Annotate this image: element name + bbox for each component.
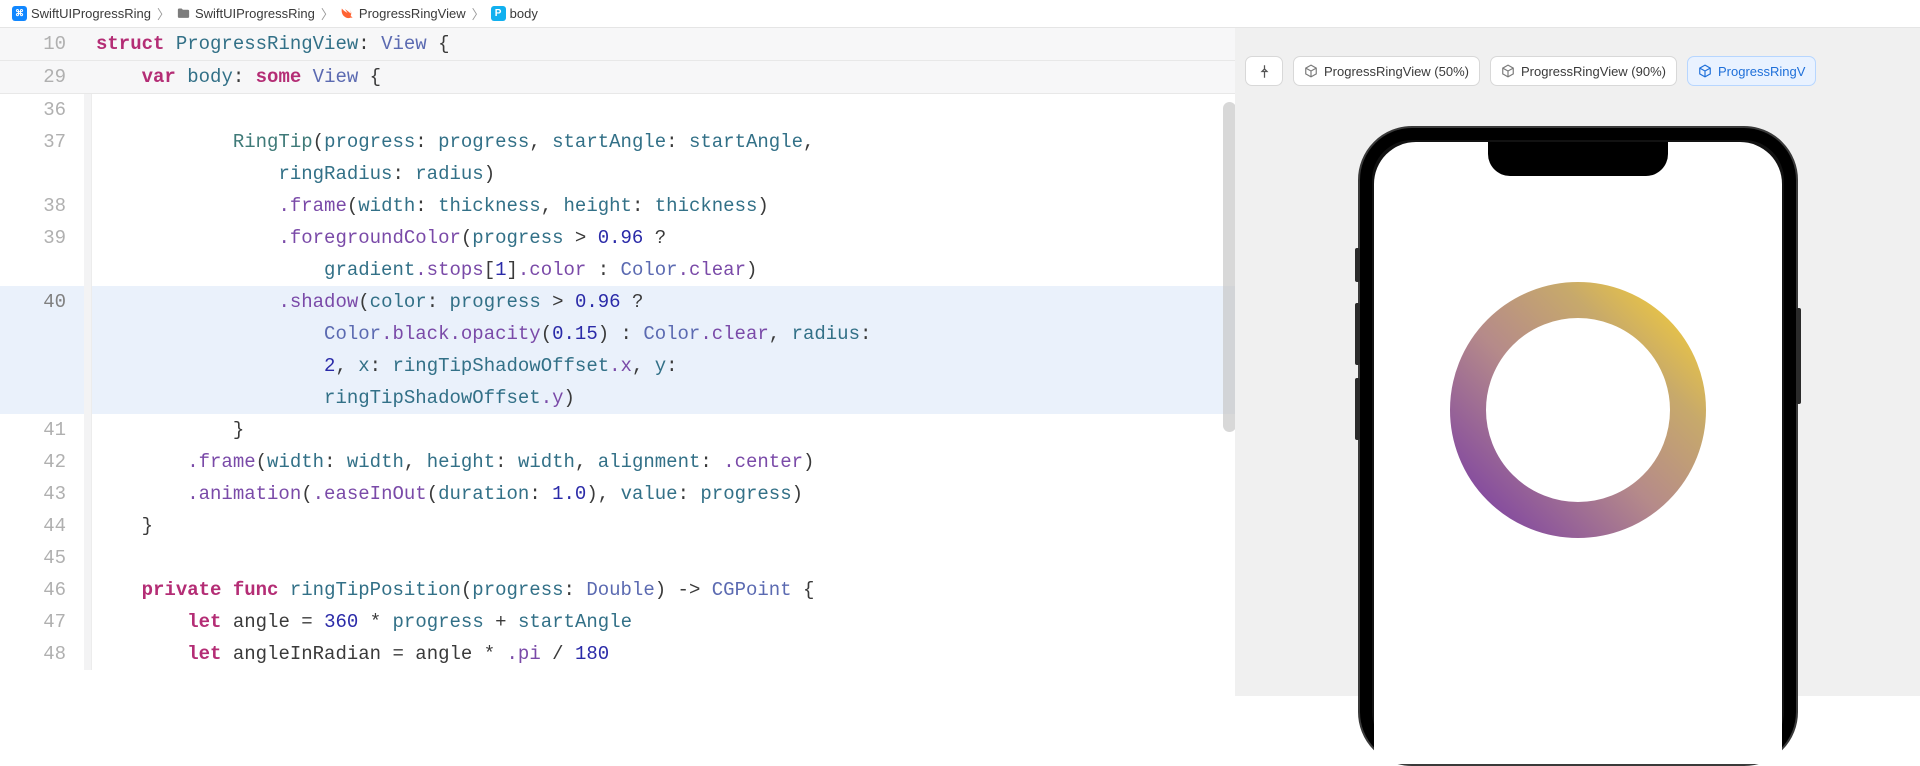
preview-chip[interactable]: ProgressRingView (50%) [1293, 56, 1480, 86]
chip-label: ProgressRingV [1718, 64, 1805, 79]
line-number: 46 [0, 574, 84, 606]
line-number: 29 [0, 61, 84, 93]
crumb-label: SwiftUIProgressRing [195, 6, 315, 21]
line-number [0, 254, 84, 286]
fold-ribbon[interactable] [84, 222, 92, 254]
crumb-file[interactable]: ProgressRingView [336, 6, 470, 21]
line-number: 44 [0, 510, 84, 542]
fold-ribbon[interactable] [84, 286, 92, 318]
swift-icon [340, 6, 355, 21]
crumb-project[interactable]: ⌘ SwiftUIProgressRing [8, 6, 155, 21]
pin-icon [1257, 64, 1272, 79]
fold-ribbon[interactable] [84, 158, 92, 190]
chevron-right-icon: 〉 [470, 4, 487, 23]
device-frame [1358, 126, 1798, 766]
fold-ribbon[interactable] [84, 574, 92, 606]
code-line: } [92, 414, 244, 446]
chevron-right-icon: 〉 [319, 4, 336, 23]
fold-ribbon[interactable] [84, 254, 92, 286]
code-line: .foregroundColor(progress > 0.96 ? [92, 222, 666, 254]
crumb-label: SwiftUIProgressRing [31, 6, 151, 21]
device-side-button [1355, 378, 1360, 440]
device-screen [1374, 142, 1782, 764]
line-number: 48 [0, 638, 84, 670]
property-icon: P [491, 6, 506, 21]
cube-icon [1698, 64, 1712, 78]
code-editor[interactable]: 10struct ProgressRingView: View { 29 var… [0, 28, 1235, 696]
line-number: 43 [0, 478, 84, 510]
canvas-toolbar: ProgressRingView (50%) ProgressRingView … [1235, 56, 1920, 86]
code-line: struct ProgressRingView: View { [92, 28, 450, 60]
fold-ribbon[interactable] [84, 28, 92, 60]
line-number: 47 [0, 606, 84, 638]
code-line: ringRadius: radius) [92, 158, 495, 190]
code-line: .shadow(color: progress > 0.96 ? [92, 286, 643, 318]
line-number [0, 158, 84, 190]
fold-ribbon[interactable] [84, 542, 92, 574]
fold-ribbon[interactable] [84, 94, 92, 126]
line-number [0, 382, 84, 414]
line-number: 45 [0, 542, 84, 574]
code-line: } [92, 510, 153, 542]
crumb-label: ProgressRingView [359, 6, 466, 21]
line-number [0, 350, 84, 382]
crumb-folder[interactable]: SwiftUIProgressRing [172, 6, 319, 21]
chip-label: ProgressRingView (90%) [1521, 64, 1666, 79]
device-side-button [1355, 248, 1360, 282]
preview-canvas: ProgressRingView (50%) ProgressRingView … [1235, 28, 1920, 696]
fold-ribbon[interactable] [84, 350, 92, 382]
code-line: .frame(width: thickness, height: thickne… [92, 190, 769, 222]
scrollbar-thumb[interactable] [1223, 102, 1235, 432]
code-line: var body: some View { [92, 61, 381, 93]
fold-ribbon[interactable] [84, 414, 92, 446]
cube-icon [1304, 64, 1318, 78]
code-line: let angleInRadian = angle * .pi / 180 [92, 638, 609, 670]
fold-ribbon[interactable] [84, 446, 92, 478]
fold-ribbon[interactable] [84, 478, 92, 510]
fold-ribbon[interactable] [84, 126, 92, 158]
fold-ribbon[interactable] [84, 61, 92, 93]
fold-ribbon[interactable] [84, 318, 92, 350]
code-line: RingTip(progress: progress, startAngle: … [92, 126, 814, 158]
line-number: 39 [0, 222, 84, 254]
progress-ring-preview [1438, 270, 1718, 553]
line-number: 37 [0, 126, 84, 158]
code-line: ringTipShadowOffset.y) [92, 382, 575, 414]
chip-label: ProgressRingView (50%) [1324, 64, 1469, 79]
device-side-button [1355, 303, 1360, 365]
line-number: 38 [0, 190, 84, 222]
chevron-right-icon: 〉 [155, 4, 172, 23]
fold-ribbon[interactable] [84, 190, 92, 222]
cube-icon [1501, 64, 1515, 78]
device-side-button [1796, 308, 1801, 404]
code-line: Color.black.opacity(0.15) : Color.clear,… [92, 318, 871, 350]
fold-ribbon[interactable] [84, 638, 92, 670]
fold-ribbon[interactable] [84, 606, 92, 638]
line-number: 10 [0, 28, 84, 60]
fold-ribbon[interactable] [84, 382, 92, 414]
line-number [0, 318, 84, 350]
breadcrumb: ⌘ SwiftUIProgressRing 〉 SwiftUIProgressR… [0, 0, 1920, 28]
line-number: 36 [0, 94, 84, 126]
line-number: 42 [0, 446, 84, 478]
code-line: .frame(width: width, height: width, alig… [92, 446, 814, 478]
device-notch [1488, 142, 1668, 176]
crumb-symbol[interactable]: P body [487, 6, 542, 21]
pin-button[interactable] [1245, 56, 1283, 86]
project-icon: ⌘ [12, 6, 27, 21]
code-line: private func ringTipPosition(progress: D… [92, 574, 814, 606]
code-line: .animation(.easeInOut(duration: 1.0), va… [92, 478, 803, 510]
code-line: 2, x: ringTipShadowOffset.x, y: [92, 350, 678, 382]
preview-chip-selected[interactable]: ProgressRingV [1687, 56, 1816, 86]
code-line: gradient.stops[1].color : Color.clear) [92, 254, 757, 286]
fold-ribbon[interactable] [84, 510, 92, 542]
code-line: let angle = 360 * progress + startAngle [92, 606, 632, 638]
crumb-label: body [510, 6, 538, 21]
folder-icon [176, 6, 191, 21]
preview-chip[interactable]: ProgressRingView (90%) [1490, 56, 1677, 86]
line-number: 41 [0, 414, 84, 446]
line-number: 40 [0, 286, 84, 318]
